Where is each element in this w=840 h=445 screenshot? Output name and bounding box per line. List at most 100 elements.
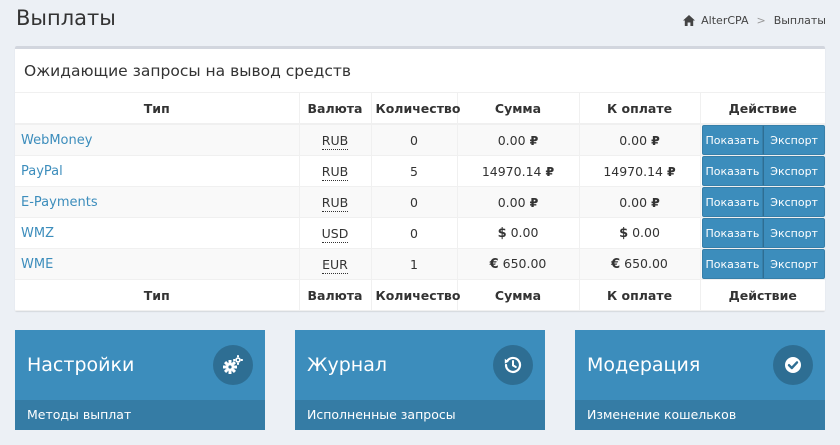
table-row: PayPal RUB 5 14970.14 ₽ 14970.14 ₽ Показ…	[15, 155, 825, 187]
sum-cell: 14970.14 ₽	[457, 155, 580, 187]
table-row: WebMoney RUB 0 0.00 ₽ 0.00 ₽ Показать Эк…	[15, 124, 825, 156]
payment-type-link[interactable]: PayPal	[21, 164, 63, 179]
currency-symbol: ₽	[529, 194, 539, 210]
count-cell: 0	[371, 186, 458, 218]
amount-value: 650.00	[624, 256, 668, 271]
currency-symbol: ₽	[529, 132, 539, 148]
breadcrumb-home-link[interactable]: AlterCPA	[701, 14, 748, 27]
history-icon	[493, 345, 533, 385]
currency-symbol: $	[619, 226, 629, 241]
export-button[interactable]: Экспорт	[763, 249, 825, 279]
type-cell: WME	[15, 248, 300, 280]
column-footer: Сумма	[457, 279, 580, 311]
home-icon	[683, 15, 696, 26]
currency-code: RUB	[321, 163, 349, 181]
table-row: WMZ USD 0 $ 0.00 $ 0.00 Показать Экспорт	[15, 217, 825, 249]
tile-title: Модерация	[587, 354, 701, 376]
column-footer: Тип	[15, 279, 300, 311]
currency-cell: RUB	[299, 124, 372, 156]
action-button-group: Показать Экспорт	[701, 249, 825, 279]
payment-type-link[interactable]: WebMoney	[21, 133, 92, 148]
currency-cell: RUB	[299, 186, 372, 218]
amount-value: 0.00	[497, 194, 526, 210]
amount-value: 650.00	[502, 256, 547, 271]
count-cell: 1	[371, 248, 458, 280]
payouts-table: Тип Валюта Количество Сумма К оплате Дей…	[15, 93, 825, 311]
column-header: Действие	[700, 93, 825, 125]
table-row: E-Payments RUB 0 0.00 ₽ 0.00 ₽ Показать …	[15, 186, 825, 218]
action-button-group: Показать Экспорт	[701, 125, 825, 155]
currency-symbol: ₽	[666, 163, 676, 179]
count-cell: 5	[371, 155, 458, 187]
sum-cell: € 650.00	[457, 248, 580, 280]
export-button[interactable]: Экспорт	[763, 218, 825, 248]
sum-cell: $ 0.00	[457, 217, 580, 249]
amount-value: 0.00	[619, 132, 648, 148]
tile-title: Настройки	[27, 354, 135, 376]
show-button[interactable]: Показать	[701, 218, 764, 248]
show-button[interactable]: Показать	[701, 187, 764, 217]
action-button-group: Показать Экспорт	[701, 156, 825, 186]
page-header: Выплаты AlterCPA > Выплаты	[0, 0, 840, 40]
tile-moderation[interactable]: Модерация Изменение кошельков	[575, 330, 825, 430]
payment-type-link[interactable]: WMZ	[21, 226, 54, 241]
sum-cell: 0.00 ₽	[457, 124, 580, 156]
export-button[interactable]: Экспорт	[763, 125, 825, 155]
check-circle-icon	[773, 345, 813, 385]
tile-footer-link[interactable]: Изменение кошельков	[575, 400, 825, 430]
column-footer: Количество	[371, 279, 460, 311]
column-header: Валюта	[299, 93, 372, 125]
type-cell: PayPal	[15, 155, 300, 187]
tile-footer-link[interactable]: Методы выплат	[15, 400, 265, 430]
table-footer-row: Тип Валюта Количество Сумма К оплате Дей…	[15, 279, 825, 311]
column-header: Сумма	[457, 93, 580, 125]
action-cell: Показать Экспорт	[700, 155, 825, 187]
currency-symbol: ₽	[545, 163, 555, 179]
currency-cell: RUB	[299, 155, 372, 187]
payment-type-link[interactable]: E-Payments	[21, 195, 98, 210]
pay-cell: € 650.00	[579, 248, 701, 280]
tile-journal[interactable]: Журнал Исполненные запросы	[295, 330, 545, 430]
currency-cell: USD	[299, 217, 372, 249]
tile-title: Журнал	[307, 354, 387, 376]
action-cell: Показать Экспорт	[700, 248, 825, 280]
pay-cell: 14970.14 ₽	[579, 155, 701, 187]
action-button-group: Показать Экспорт	[701, 218, 825, 248]
column-footer: Валюта	[299, 279, 372, 311]
action-cell: Показать Экспорт	[700, 124, 825, 156]
currency-code: EUR	[322, 256, 348, 274]
amount-value: 0.00	[632, 225, 660, 240]
type-cell: WMZ	[15, 217, 300, 249]
column-footer: Действие	[700, 279, 825, 311]
currency-symbol: ₽	[651, 194, 660, 210]
action-cell: Показать Экспорт	[700, 217, 825, 249]
breadcrumb-current: Выплаты	[773, 14, 826, 27]
action-button-group: Показать Экспорт	[701, 187, 825, 217]
table-row: WME EUR 1 € 650.00 € 650.00 Показать Экс…	[15, 248, 825, 280]
amount-value: 14970.14	[603, 163, 663, 179]
amount-value: 0.00	[619, 194, 648, 210]
currency-code: RUB	[321, 194, 349, 212]
amount-value: 0.00	[497, 132, 526, 148]
currency-symbol: $	[497, 226, 507, 241]
payment-type-link[interactable]: WME	[21, 257, 53, 272]
show-button[interactable]: Показать	[701, 156, 764, 186]
type-cell: WebMoney	[15, 124, 300, 156]
table-header-row: Тип Валюта Количество Сумма К оплате Дей…	[15, 93, 825, 125]
column-header: Количество	[371, 93, 460, 125]
currency-code: RUB	[321, 132, 349, 150]
breadcrumb: AlterCPA > Выплаты	[683, 14, 826, 27]
currency-symbol: €	[489, 257, 499, 272]
page-title: Выплаты	[16, 6, 116, 30]
show-button[interactable]: Показать	[701, 249, 764, 279]
column-header: К оплате	[579, 93, 701, 125]
show-button[interactable]: Показать	[701, 125, 764, 155]
pending-requests-box: Ожидающие запросы на вывод средств Тип В…	[15, 46, 825, 311]
tile-settings[interactable]: Настройки Методы выплат	[15, 330, 265, 430]
box-title: Ожидающие запросы на вывод средств	[24, 62, 352, 80]
count-cell: 0	[371, 217, 458, 249]
action-cell: Показать Экспорт	[700, 186, 825, 218]
tile-footer-link[interactable]: Исполненные запросы	[295, 400, 545, 430]
export-button[interactable]: Экспорт	[763, 156, 825, 186]
export-button[interactable]: Экспорт	[763, 187, 825, 217]
